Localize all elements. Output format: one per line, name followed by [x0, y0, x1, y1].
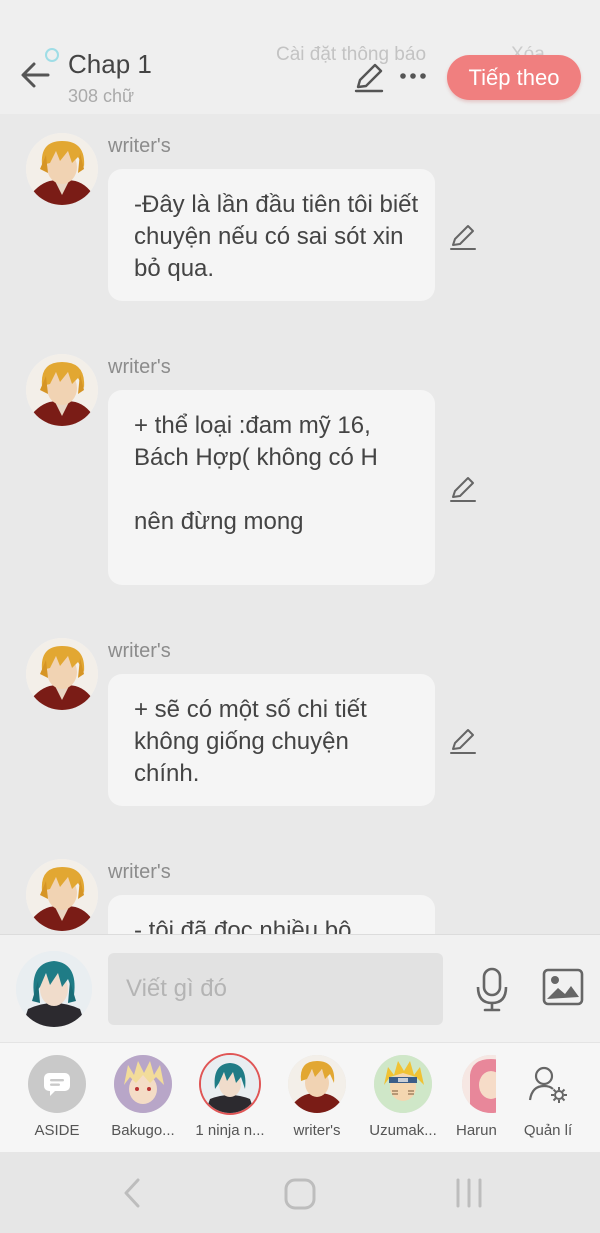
character-name: writer's: [293, 1122, 341, 1139]
character-avatar: [374, 1055, 432, 1113]
nav-back-icon[interactable]: [118, 1176, 146, 1210]
character-selector: ASIDE Bakugo... 1 ninja n... writer's Uz…: [0, 1042, 600, 1152]
character-name: Harun: [456, 1122, 496, 1139]
message-author: writer's: [108, 640, 171, 662]
character-haruno[interactable]: Harun: [446, 1055, 496, 1149]
notification-settings-label[interactable]: Cài đặt thông báo: [276, 44, 426, 66]
message-author: writer's: [108, 135, 171, 157]
microphone-icon[interactable]: [472, 965, 512, 1013]
word-count: 308 chữ: [68, 86, 135, 106]
message-input-placeholder: Viết gì đó: [126, 975, 227, 1002]
user-settings-icon: [519, 1055, 577, 1113]
message-bubble[interactable]: + thể loại :đam mỹ 16, Bách Hợp( không c…: [108, 390, 435, 585]
character-avatar: [288, 1055, 346, 1113]
writer-avatar[interactable]: [26, 638, 98, 710]
character-name: Bakugo...: [111, 1122, 175, 1139]
chapter-title: Chap 1: [68, 49, 152, 79]
character-avatar: [201, 1055, 259, 1113]
message-feed[interactable]: writer's -Đây là lần đầu tiên tôi biết c…: [0, 114, 600, 934]
message-bubble[interactable]: - tôi đã đọc nhiều bộ: [108, 895, 435, 934]
more-dots-icon[interactable]: [398, 64, 428, 88]
writer-avatar[interactable]: [26, 133, 98, 205]
manage-characters-button[interactable]: Quản lí: [506, 1055, 590, 1149]
nav-recent-apps-icon[interactable]: [452, 1176, 486, 1210]
character-bakugo[interactable]: Bakugo...: [101, 1055, 185, 1149]
composer-bar: Viết gì đó: [0, 934, 600, 1042]
current-character-avatar[interactable]: [16, 951, 92, 1027]
writer-avatar[interactable]: [26, 354, 98, 426]
message-input[interactable]: Viết gì đó: [108, 953, 443, 1025]
next-button[interactable]: Tiếp theo: [447, 55, 581, 100]
edit-pencil-icon[interactable]: [448, 474, 478, 504]
character-aside[interactable]: ASIDE: [15, 1055, 99, 1149]
character-name: Quản lí: [523, 1122, 573, 1139]
top-bar: Chap 1 308 chữ Cài đặt thông báo Xóa Tiế…: [0, 0, 600, 114]
character-uzumaki[interactable]: Uzumak...: [361, 1055, 445, 1149]
character-name: 1 ninja n...: [195, 1122, 265, 1139]
message-bubble[interactable]: + sẽ có một số chi tiết không giống chuy…: [108, 674, 435, 806]
image-icon[interactable]: [541, 967, 585, 1007]
edit-pencil-icon[interactable]: [352, 60, 386, 94]
character-ninja[interactable]: 1 ninja n...: [188, 1055, 272, 1149]
system-navigation-bar: [0, 1152, 600, 1233]
character-name: Uzumak...: [369, 1122, 437, 1139]
status-dot-icon: [45, 48, 59, 62]
message-author: writer's: [108, 861, 171, 883]
message-bubble[interactable]: -Đây là lần đầu tiên tôi biết chuyện nếu…: [108, 169, 435, 301]
character-avatar: [462, 1055, 496, 1113]
edit-pencil-icon[interactable]: [448, 222, 478, 252]
character-name: ASIDE: [34, 1122, 80, 1139]
nav-home-icon[interactable]: [282, 1176, 318, 1212]
character-writer[interactable]: writer's: [275, 1055, 359, 1149]
chat-bubble-icon: [28, 1055, 86, 1113]
character-avatar: [114, 1055, 172, 1113]
writer-avatar[interactable]: [26, 859, 98, 931]
edit-pencil-icon[interactable]: [448, 726, 478, 756]
message-author: writer's: [108, 356, 171, 378]
